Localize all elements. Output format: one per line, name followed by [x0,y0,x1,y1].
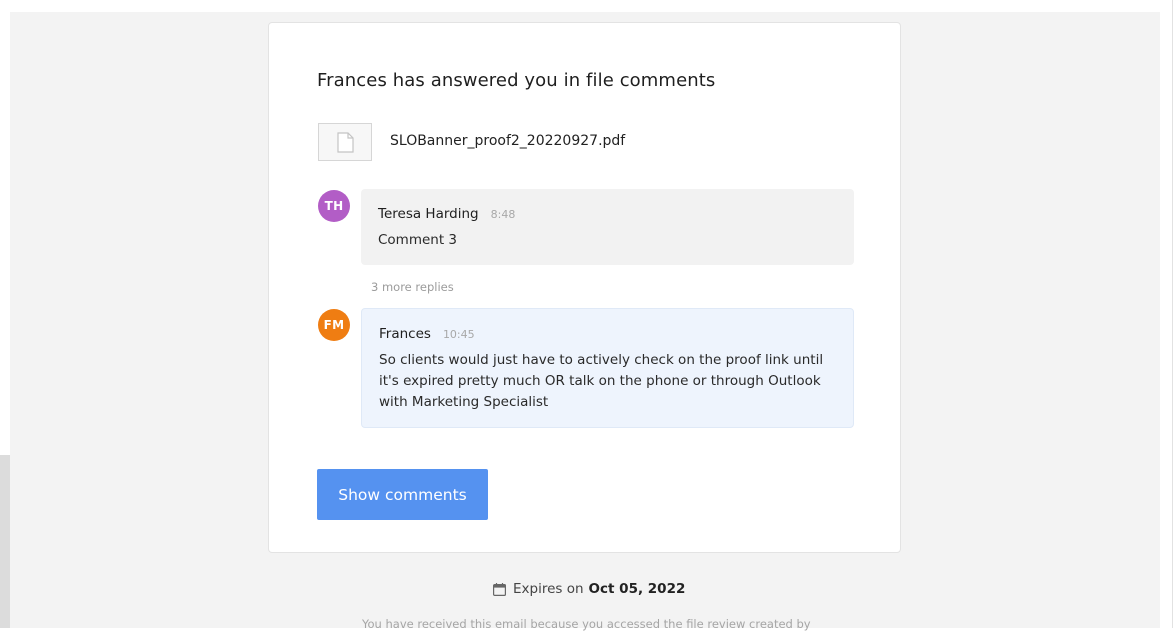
comment-bubble: Teresa Harding 8:48 Comment 3 [361,189,854,265]
footer-note: You have received this email because you… [362,617,811,631]
expiry-label: Expires on [513,581,584,597]
comment-text: So clients would just have to actively c… [379,352,824,410]
notification-card: Frances has answered you in file comment… [268,22,901,553]
comment-time: 8:48 [490,208,516,221]
left-window-edge [0,455,10,628]
calendar-icon [493,582,506,596]
notification-heading: Frances has answered you in file comment… [317,70,716,91]
document-icon [337,132,354,153]
comment-author: Teresa Harding [378,206,479,222]
file-name[interactable]: SLOBanner_proof2_20220927.pdf [390,133,625,149]
reply-bubble: Frances 10:45 So clients would just have … [361,308,854,428]
expiry-notice: Expires on Oct 05, 2022 [493,581,685,597]
comment-time: 10:45 [442,328,475,341]
expiry-date: Oct 05, 2022 [588,581,686,597]
more-replies-link[interactable]: 3 more replies [371,280,454,294]
show-comments-button[interactable]: Show comments [317,469,488,520]
avatar: FM [318,309,350,341]
file-thumbnail[interactable] [318,123,372,161]
comment-author: Frances [379,326,431,342]
window-divider [1172,0,1173,628]
avatar: TH [318,190,350,222]
comment-text: Comment 3 [378,232,458,248]
